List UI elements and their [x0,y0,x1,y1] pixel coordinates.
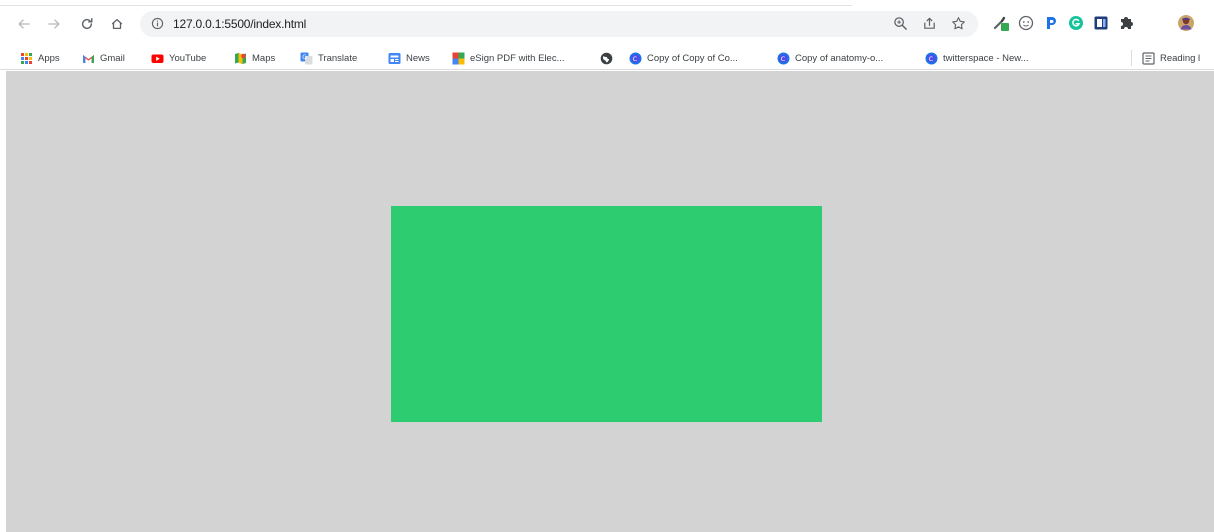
bookmark-translate[interactable]: G Translate [300,49,357,67]
grammarly-extension-icon[interactable] [1067,14,1085,32]
bookmark-youtube[interactable]: YouTube [151,49,206,67]
bookmark-label: News [406,52,430,64]
canva-icon: C [777,52,790,65]
esign-icon [452,52,465,65]
bookmark-esign[interactable]: eSign PDF with Elec... [452,49,565,67]
svg-text:C: C [781,55,786,63]
bookmark-label: Copy of anatomy-o... [795,52,884,64]
bookmark-label: Reading l [1160,52,1201,64]
puzzle-extensions-icon[interactable] [1117,14,1135,32]
svg-text:C: C [929,55,934,63]
youtube-icon [151,52,164,65]
bookmark-gmail[interactable]: Gmail [82,49,125,67]
bookmark-label: Maps [252,52,276,64]
bookmark-canva-2[interactable]: C Copy of anatomy-o... [777,49,883,67]
back-icon[interactable] [15,15,33,33]
globe-icon [600,52,613,65]
bookmarks-bar: Apps Gmail YouTube Maps G Translate News [0,46,1214,70]
bookmark-canva-1[interactable]: C Copy of Copy of Co... [629,49,738,67]
smiley-extension-icon[interactable] [1017,14,1035,32]
maps-icon [234,52,247,65]
canva-icon: C [629,52,642,65]
home-icon[interactable] [108,15,126,33]
p-extension-icon[interactable] [1042,14,1060,32]
tab-strip-edge [0,0,852,6]
forward-icon[interactable] [45,15,63,33]
bookmark-label: Apps [38,52,60,64]
zoom-icon[interactable] [893,16,908,31]
eyedropper-extension-icon[interactable] [992,14,1010,32]
bookmark-canva-3[interactable]: C twitterspace - New... [925,49,1029,67]
profile-avatar[interactable] [1177,14,1195,32]
gmail-icon [82,52,95,65]
news-icon [388,52,401,65]
share-icon[interactable] [922,16,937,31]
bookmark-apps[interactable]: Apps [20,49,60,67]
green-box [391,206,822,422]
bookmark-label: twitterspace - New... [943,52,1029,64]
bookmark-label: eSign PDF with Elec... [470,52,565,64]
bookmark-star-icon[interactable] [951,16,966,31]
bookmark-maps[interactable]: Maps [234,49,275,67]
bookmark-label: Translate [318,52,358,64]
site-info-icon[interactable] [151,17,164,30]
bookmark-label: Gmail [100,52,125,64]
bookmark-label: Copy of Copy of Co... [647,52,738,64]
panel-extension-icon[interactable] [1092,14,1110,32]
reading-list-button[interactable]: Reading l [1142,49,1200,67]
translate-icon: G [300,52,313,65]
apps-grid-icon [20,52,33,65]
svg-text:C: C [633,55,638,63]
browser-toolbar: 127.0.0.1:5500/index.html [0,0,1214,46]
bookmark-label: YouTube [169,52,207,64]
bookmarks-divider [1131,50,1132,66]
svg-text:G: G [302,54,307,61]
url-text[interactable]: 127.0.0.1:5500/index.html [173,17,306,31]
bookmark-globe[interactable] [600,49,618,67]
bookmark-news[interactable]: News [388,49,430,67]
canva-icon: C [925,52,938,65]
reload-icon[interactable] [78,15,96,33]
reading-list-icon [1142,51,1155,65]
